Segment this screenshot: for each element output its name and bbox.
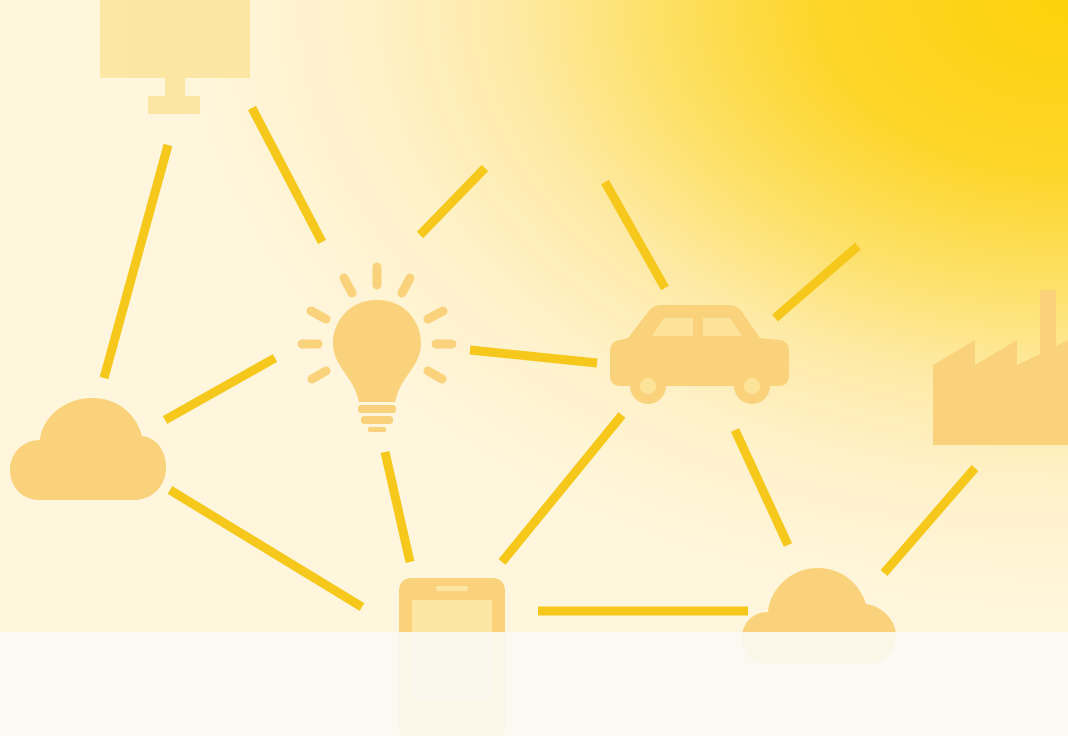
line-monitor-cloud bbox=[99, 143, 173, 380]
line-monitor-bulb bbox=[248, 105, 326, 245]
factory-icon bbox=[933, 290, 1068, 445]
line-top-car bbox=[601, 179, 669, 291]
illustration-canvas bbox=[0, 0, 1068, 736]
lightbulb-icon bbox=[297, 262, 457, 432]
cloud-icon bbox=[10, 398, 166, 500]
line-cloud-bulb bbox=[162, 354, 278, 424]
line-car-phone bbox=[498, 412, 626, 565]
desktop-monitor-icon bbox=[100, 0, 250, 114]
line-bulb-top bbox=[416, 164, 489, 239]
network-lines bbox=[99, 105, 979, 616]
line-car-right bbox=[772, 242, 861, 322]
car-icon bbox=[610, 305, 789, 404]
line-factory-cloud bbox=[880, 465, 979, 576]
caption-text bbox=[40, 704, 1030, 736]
line-bulb-phone bbox=[380, 451, 415, 563]
line-cloud-phone bbox=[167, 486, 365, 611]
line-bulb-car bbox=[469, 345, 598, 368]
network-diagram bbox=[10, 0, 1068, 736]
line-car-cloud bbox=[730, 428, 793, 547]
